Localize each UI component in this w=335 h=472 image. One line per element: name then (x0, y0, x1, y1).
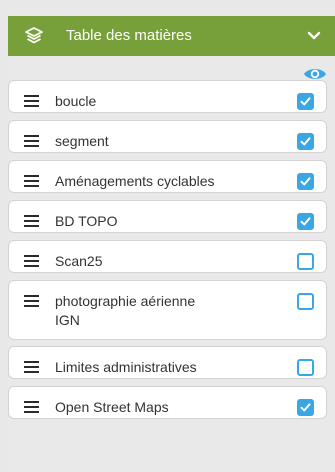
panel-header[interactable]: Table des matières (8, 16, 335, 56)
table-of-contents-panel: Table des matières boucle segment Aménagem… (8, 8, 335, 472)
drag-handle-icon[interactable] (24, 95, 39, 107)
checkmark-icon (300, 97, 311, 106)
visibility-checkbox[interactable] (297, 93, 314, 110)
layer-label: Scan25 (55, 253, 103, 269)
drag-handle-icon[interactable] (24, 215, 39, 227)
checkmark-icon (300, 217, 311, 226)
layer-item[interactable]: Aménagements cyclables (8, 160, 327, 193)
layer-item[interactable]: segment (8, 120, 327, 153)
drag-handle-icon[interactable] (24, 255, 39, 267)
panel-title: Table des matières (66, 27, 192, 44)
visibility-checkbox[interactable] (297, 133, 314, 150)
layer-label: BD TOPO (55, 213, 118, 229)
checkmark-icon (300, 137, 311, 146)
layer-item[interactable]: Open Street Maps (8, 386, 327, 419)
drag-handle-icon[interactable] (24, 401, 39, 413)
layer-item[interactable]: Limites administratives (8, 346, 327, 379)
drag-handle-icon[interactable] (24, 175, 39, 187)
visibility-checkbox[interactable] (297, 253, 314, 270)
drag-handle-icon[interactable] (24, 361, 39, 373)
layer-item[interactable]: BD TOPO (8, 200, 327, 233)
drag-handle-icon[interactable] (24, 135, 39, 147)
layer-label: boucle (55, 93, 97, 109)
drag-handle-icon[interactable] (24, 295, 39, 307)
visibility-checkbox[interactable] (297, 293, 314, 310)
layer-item[interactable]: Scan25 (8, 240, 327, 273)
layer-item[interactable]: photographie aérienne IGN (8, 280, 327, 340)
layer-item[interactable]: boucle (8, 80, 327, 113)
layer-label: Open Street Maps (55, 399, 169, 415)
visibility-checkbox[interactable] (297, 359, 314, 376)
layer-label: Limites administratives (55, 359, 197, 375)
checkmark-icon (300, 403, 311, 412)
layer-label: Aménagements cyclables (55, 173, 215, 189)
checkmark-icon (300, 177, 311, 186)
chevron-down-icon[interactable] (307, 31, 321, 41)
layer-label: photographie aérienne IGN (55, 293, 196, 328)
layers-icon (25, 27, 43, 44)
layer-label: segment (55, 133, 109, 149)
visibility-checkbox[interactable] (297, 173, 314, 190)
visibility-checkbox[interactable] (297, 213, 314, 230)
visibility-checkbox[interactable] (297, 399, 314, 416)
